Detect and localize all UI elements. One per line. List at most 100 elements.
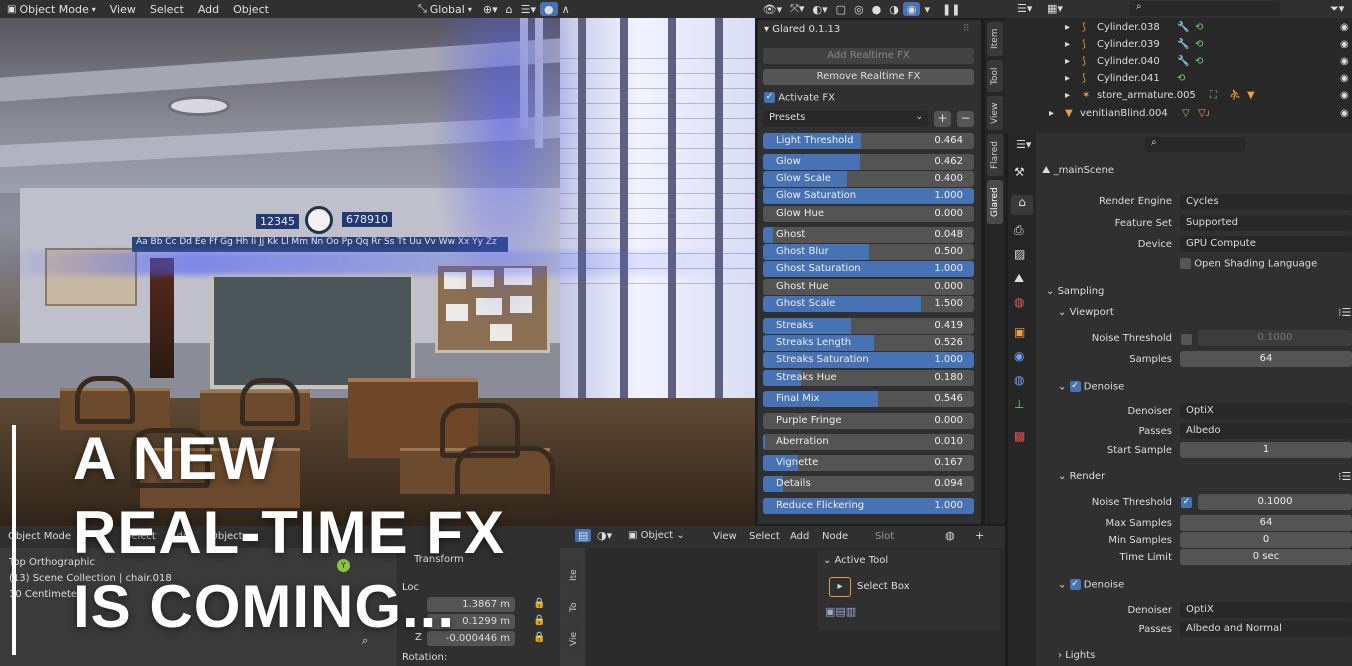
activate-fx-checkbox[interactable]: ✓ Activate FX xyxy=(764,92,835,104)
fx-slider[interactable]: Glow Hue 0.000 xyxy=(763,206,974,222)
viewport-subsection[interactable]: ⌄ Viewport xyxy=(1058,307,1114,318)
visibility-eye-icon[interactable]: ◉ xyxy=(1340,73,1349,84)
pause-icon[interactable]: ❚❚ xyxy=(938,2,964,16)
menu-select[interactable]: Select xyxy=(143,3,191,16)
drag-handle-icon[interactable]: ⠿ xyxy=(963,24,970,34)
solid-shading-icon[interactable]: ● xyxy=(868,2,886,16)
fx-slider[interactable]: Streaks 0.419 xyxy=(763,318,974,334)
node-menu-add[interactable]: Add xyxy=(790,531,809,542)
menu-add[interactable]: Add xyxy=(191,3,226,16)
proportional-edit-icon[interactable]: ● xyxy=(539,2,558,16)
visibility-eye-icon[interactable]: ◉ xyxy=(1340,108,1349,119)
modifier-tab-icon[interactable]: ◉ xyxy=(1014,349,1024,363)
tab-tool-bottom[interactable]: To xyxy=(566,594,582,620)
fx-slider[interactable]: Ghost Hue 0.000 xyxy=(763,279,974,295)
time-limit-field[interactable]: 0 sec xyxy=(1180,549,1352,565)
tab-glared[interactable]: Glared xyxy=(987,180,1003,224)
add-preset-button[interactable]: + xyxy=(934,111,951,127)
check-icon[interactable]: ✓ xyxy=(1069,579,1081,590)
add-icon[interactable]: + xyxy=(975,529,984,542)
lights-section[interactable]: › Lights xyxy=(1058,650,1095,661)
object-tab-icon[interactable]: ▣ xyxy=(1014,325,1025,339)
node-object-dropdown[interactable]: ▣ Object ⌄ xyxy=(628,530,685,541)
editor-type-icon[interactable]: ☰▾ xyxy=(1017,2,1032,15)
rendered-shading-icon[interactable]: ◉ xyxy=(902,2,921,16)
selection-mode-icons[interactable]: ▣▤▥ xyxy=(825,605,856,618)
fx-slider[interactable]: Ghost Blur 0.500 xyxy=(763,244,974,260)
tab-view-bottom[interactable]: Vie xyxy=(566,624,582,654)
device-dropdown[interactable]: GPU Compute xyxy=(1180,236,1352,252)
render-preview-icon[interactable]: ▤ xyxy=(575,529,592,542)
render-denoiser-dropdown[interactable]: OptiX xyxy=(1180,602,1352,618)
viewport-denoiser-dropdown[interactable]: OptiX xyxy=(1180,403,1352,419)
node-menu-select[interactable]: Select xyxy=(749,531,780,542)
active-tool-header[interactable]: ⌄ Active Tool xyxy=(823,555,888,566)
falloff-icon[interactable]: ∧ xyxy=(558,2,574,16)
snap-options-icon[interactable]: ☰▾ xyxy=(517,2,540,16)
osl-checkbox[interactable]: Open Shading Language xyxy=(1180,258,1317,270)
menu-object[interactable]: Object xyxy=(226,3,276,16)
shading-options-icon[interactable]: ▾ xyxy=(920,2,934,16)
slot-dropdown[interactable]: Slot xyxy=(875,531,894,542)
outliner-row[interactable]: ▸ ⟆ Cylinder.040 🔧 ⟲ ◉ xyxy=(1005,56,1352,73)
max-samples-field[interactable]: 64 xyxy=(1180,515,1352,531)
fx-slider[interactable]: Details 0.094 xyxy=(763,476,974,492)
render-tab-icon[interactable]: ⌂ xyxy=(1011,195,1033,215)
fx-slider[interactable]: Light Threshold 0.464 xyxy=(763,133,974,149)
render-noise-threshold-field[interactable]: 0.1000 xyxy=(1198,494,1352,510)
visibility-eye-icon[interactable]: ◉ xyxy=(1340,56,1349,67)
feature-set-dropdown[interactable]: Supported xyxy=(1180,215,1352,231)
constraint-tab-icon[interactable]: ⊥ xyxy=(1014,397,1024,411)
outliner-search-input[interactable]: ⌕ xyxy=(1130,1,1280,16)
lock-icon[interactable]: 🔒 xyxy=(533,598,545,609)
outliner-row[interactable]: ▸ ⟆ Cylinder.041 ⟲ ◉ xyxy=(1005,73,1352,90)
tab-item-bottom[interactable]: Ite xyxy=(566,560,582,590)
fx-slider[interactable]: Final Mix 0.546 xyxy=(763,391,974,407)
pivot-icon[interactable]: ⊕▾ xyxy=(479,2,502,16)
material-shading-icon[interactable]: ◑ xyxy=(885,2,903,16)
fx-slider[interactable]: Glow 0.462 xyxy=(763,154,974,170)
outliner-row[interactable]: ▸ ⟆ Cylinder.038 🔧 ⟲ ◉ xyxy=(1005,22,1352,39)
panel-header[interactable]: ▾ Glared 0.1.13 xyxy=(764,24,840,35)
tab-flared[interactable]: Flared xyxy=(987,134,1003,176)
fx-slider[interactable]: Streaks Length 0.526 xyxy=(763,335,974,351)
snap-icon[interactable]: ⌂ xyxy=(502,2,517,16)
viewport-samples-field[interactable]: 64 xyxy=(1180,351,1352,367)
list-options-icon[interactable]: ⁝☰ xyxy=(1338,306,1351,319)
tab-view[interactable]: View xyxy=(987,96,1003,130)
sampling-section[interactable]: ⌄ Sampling xyxy=(1046,286,1104,297)
min-samples-field[interactable]: 0 xyxy=(1180,532,1352,548)
fx-slider[interactable]: Glow Scale 0.400 xyxy=(763,171,974,187)
render-subsection[interactable]: ⌄ Render xyxy=(1058,471,1105,482)
select-box-icon[interactable]: ▸ xyxy=(829,577,851,597)
gizmo-icon[interactable]: ⤧▾ xyxy=(786,2,808,16)
visibility-eye-icon[interactable]: ◉ xyxy=(1340,22,1349,33)
render-engine-dropdown[interactable]: Cycles xyxy=(1180,194,1352,210)
shader-type-icon[interactable]: ◑▾ xyxy=(597,529,612,542)
output-tab-icon[interactable]: ⎙ xyxy=(1014,223,1024,238)
node-menu-node[interactable]: Node xyxy=(822,531,848,542)
check-icon[interactable]: ✓ xyxy=(1069,381,1081,392)
viewport-denoise-subsection[interactable]: ⌄ ✓ Denoise xyxy=(1058,381,1124,393)
viewport-noise-threshold-field[interactable]: 0.1000 xyxy=(1198,330,1352,346)
render-noise-checkbox[interactable]: ✓ xyxy=(1181,497,1192,508)
list-options-icon[interactable]: ⁝☰ xyxy=(1338,470,1351,483)
node-menu-view[interactable]: View xyxy=(713,531,737,542)
presets-dropdown[interactable]: Presets ⌄ xyxy=(763,111,928,127)
remove-preset-button[interactable]: − xyxy=(957,111,974,127)
props-editor-type-icon[interactable]: ☰▾ xyxy=(1016,138,1031,151)
xray-icon[interactable]: ▢ xyxy=(832,2,850,16)
menu-view[interactable]: View xyxy=(103,3,143,16)
visibility-icon[interactable]: 👁▾ xyxy=(759,2,787,16)
visibility-eye-icon[interactable]: ◉ xyxy=(1340,90,1349,101)
scene-tab-icon[interactable]: ⛰ xyxy=(1014,271,1024,286)
fx-slider[interactable]: Aberration 0.010 xyxy=(763,434,974,450)
remove-realtime-fx-button[interactable]: Remove Realtime FX xyxy=(763,69,974,85)
fx-slider[interactable]: Ghost Scale 1.500 xyxy=(763,296,974,312)
tab-item[interactable]: Item xyxy=(987,22,1003,56)
bottom-mode-dropdown[interactable]: Object Mode xyxy=(8,531,71,542)
fx-slider[interactable]: Glow Saturation 1.000 xyxy=(763,188,974,204)
outliner-row[interactable]: ▸ ▼ venitianBlind.004 ▽ ▽ᴊ ◉ xyxy=(1005,108,1352,125)
outliner-row[interactable]: ▸ ✶ store_armature.005 ⛶ ⛹ ▼ ◉ xyxy=(1005,90,1352,107)
display-mode-icon[interactable]: ▦▾ xyxy=(1047,2,1063,15)
